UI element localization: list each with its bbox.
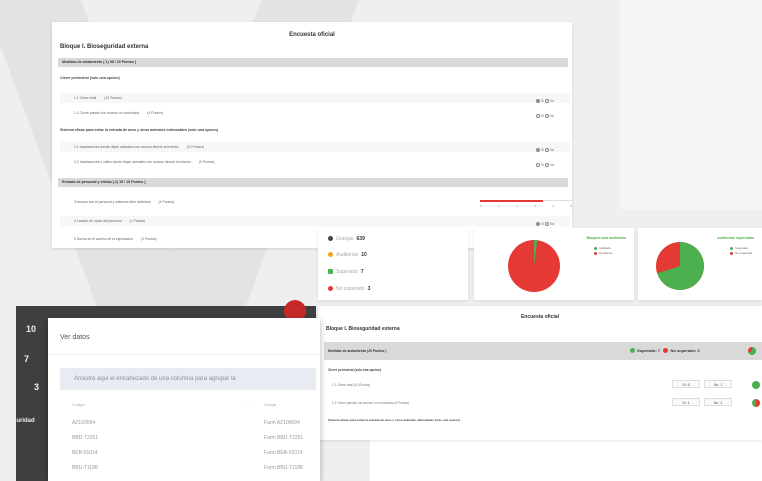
score-slider[interactable]: 012345 xyxy=(480,196,572,208)
pie-chart xyxy=(508,240,560,292)
check-icon xyxy=(630,348,635,354)
stat-no-superado: No superado 3 xyxy=(328,286,370,292)
survey-block-title: Bloque I. Bioseguridad externa xyxy=(60,44,149,50)
mini-pie-icon xyxy=(752,381,760,389)
radio-no[interactable] xyxy=(544,222,549,227)
dialog-title: Ver datos xyxy=(60,334,90,341)
pie-title: Auditorias superadas xyxy=(717,236,754,240)
background-panel-right xyxy=(620,0,762,210)
survey-title: Encuesta oficial xyxy=(520,314,560,320)
question-label: Cierre perimetral (solo una opcion) xyxy=(60,76,120,80)
group-drop-area[interactable]: Arrastre aqui el encabezado de una colum… xyxy=(60,368,316,390)
question-row: 1.2 Cierre parcial con acceso no control… xyxy=(74,111,555,119)
question-label: Sistema eficaz para evitar la entrada de… xyxy=(60,128,218,132)
pie-card-bloques: Bloques aun auditados Auditado Pendiente xyxy=(474,228,634,300)
radio-si[interactable] xyxy=(536,163,540,168)
survey-block-title: Bloque I. Bioseguridad externa xyxy=(326,326,400,332)
radio-no[interactable] xyxy=(544,114,549,119)
radio-si[interactable] xyxy=(536,148,540,153)
pie-chart xyxy=(656,242,704,290)
side-number: 10 xyxy=(26,324,37,334)
survey-card: Encuesta oficial Bloque I. Bioseguridad … xyxy=(52,22,572,248)
side-number: 7 xyxy=(24,354,30,364)
result-row: 1.2 Cierre parcial con acceso no control… xyxy=(324,396,762,410)
superado-counter: Superado: 7 No superado: 3 xyxy=(630,342,700,360)
question-row: 2.1 Instalaciones donde dejan animales c… xyxy=(60,142,570,153)
table-cell-code: BBD-T2251 xyxy=(72,435,99,441)
side-number: 3 xyxy=(34,382,40,392)
stat-granjas: Granjas 639 xyxy=(328,236,365,242)
audit-icon xyxy=(328,252,333,258)
table-cell-code: AZ100094 xyxy=(72,420,96,426)
stats-card: Granjas 639 Auditorias 10 Superado 7 No sup… xyxy=(318,228,468,300)
stat-auditorias: Auditorias 10 xyxy=(328,252,367,258)
check-icon xyxy=(328,269,333,275)
radio-si[interactable] xyxy=(536,222,540,227)
section-bar-aislamiento[interactable]: Medidas de aislamiento (20 Puntos ) Supe… xyxy=(324,342,762,360)
ver-datos-dialog: Ver datos Arrastre aqui el encabezado de… xyxy=(48,318,320,481)
table-cell-farm: Farm BEB-01014 xyxy=(264,450,303,456)
pie-legend: Superado No superado xyxy=(730,246,752,256)
section-bar-entrada[interactable]: Entrada de personal y visitas [ 2) 15 / … xyxy=(58,178,568,187)
radio-no[interactable] xyxy=(544,148,549,153)
table-cell-code: BEB-01014 xyxy=(72,450,98,456)
table-cell-code: BBU-T1188 xyxy=(72,465,98,471)
survey-title: Encuesta oficial xyxy=(289,32,335,38)
radio-no[interactable] xyxy=(544,163,549,168)
slider-ticks: 012345 xyxy=(480,204,572,208)
question-row: 4 Lavado de ropas del personal (1 Puntos)… xyxy=(60,216,570,227)
result-row: 1.1 Cierre total (10 Puntos) Si: 6 No: 1 xyxy=(324,378,762,392)
mini-pie-icon xyxy=(748,347,756,355)
pie-legend: Auditado Pendiente xyxy=(594,246,613,256)
table-cell-farm: Farm AZ100094 xyxy=(264,420,300,426)
pie-title: Bloques aun auditados xyxy=(586,236,626,240)
table-cell-farm: Farm BBD-T2251 xyxy=(264,435,304,441)
cross-icon xyxy=(663,348,669,354)
slider-fill xyxy=(480,199,543,202)
column-header-codigo[interactable]: Codigo xyxy=(72,402,85,407)
farm-icon xyxy=(328,236,333,242)
column-header-granja[interactable]: Granja xyxy=(264,402,276,407)
column-menu-icon[interactable]: ⋮ xyxy=(246,402,250,407)
pie-card-auditorias: Auditorias superadas Superado No superad… xyxy=(638,228,762,300)
divider xyxy=(48,354,320,355)
question-row: 1.1 Cierre total (10 Puntos) Si No xyxy=(60,93,570,104)
radio-no[interactable] xyxy=(544,99,549,104)
question-row: 2.2 Instalaciones y valles donde dejan a… xyxy=(74,160,555,168)
question-label: Cierre perimetral (solo una opcion) xyxy=(328,368,381,372)
section-bar-aislamiento[interactable]: Medidas de aislamiento [ 1) 98 / 20 Punt… xyxy=(58,58,568,67)
radio-si[interactable] xyxy=(536,99,540,104)
stat-superado: Superado 7 xyxy=(328,269,363,275)
radio-si[interactable] xyxy=(536,114,540,119)
cross-icon xyxy=(328,286,333,292)
mini-pie-icon xyxy=(752,399,760,407)
table-cell-farm: Farm BBU-T1188 xyxy=(264,465,303,471)
side-label: seguridad xyxy=(6,418,35,424)
survey-results-card: Encuesta oficial Bloque I. Bioseguridad … xyxy=(318,306,762,440)
question-label: Sistema eficaz para evitar la entrada de… xyxy=(328,418,460,422)
